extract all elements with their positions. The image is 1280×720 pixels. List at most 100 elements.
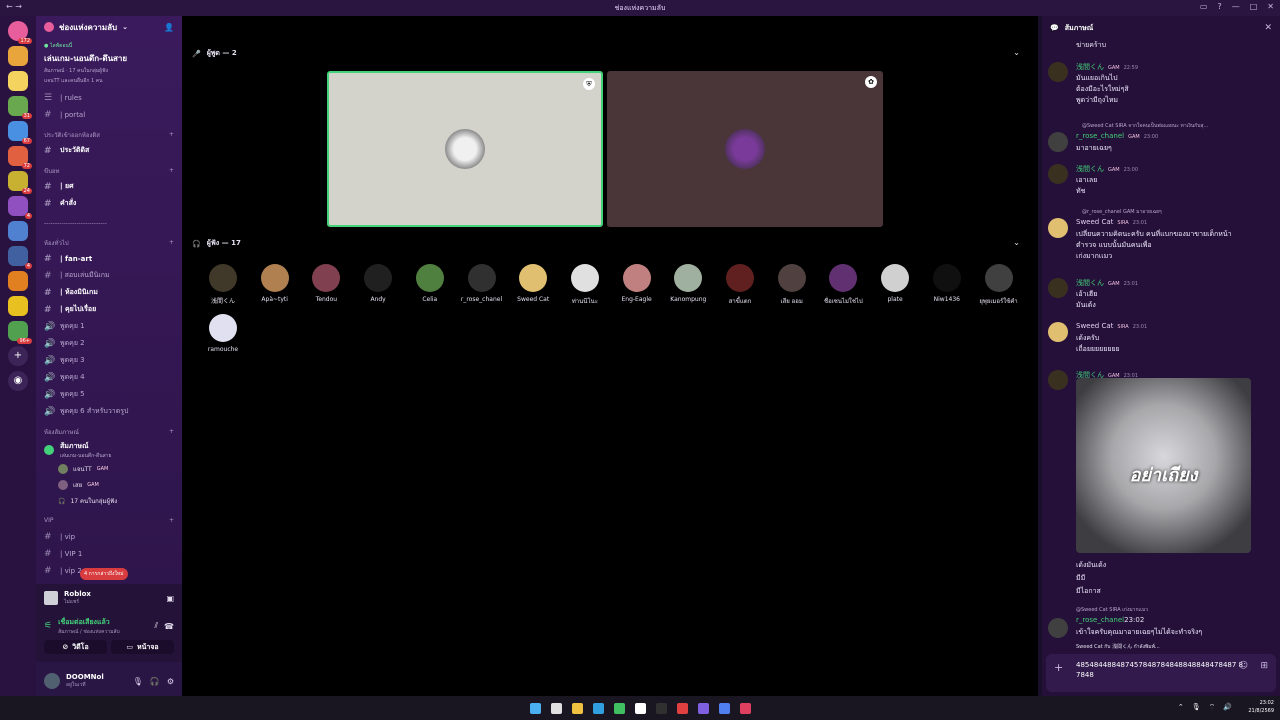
listener-count[interactable]: 🎧 17 คนในกลุ่มผู้ฟัง [36, 493, 182, 509]
taskbar-app-icon[interactable] [634, 702, 646, 714]
listener[interactable]: r_rose_chanel [456, 264, 508, 303]
listener[interactable]: Niw1436 [921, 264, 973, 303]
listener[interactable]: Kanompung [662, 264, 714, 303]
listener[interactable]: Eng-Eagle [611, 264, 663, 303]
add-attachment-icon[interactable]: + [1054, 661, 1063, 674]
listener[interactable]: เสีย ออม [766, 264, 818, 306]
listener[interactable]: plate [869, 264, 921, 303]
server-icon[interactable]: 31 [8, 96, 32, 119]
emoji-icon[interactable]: ☺ [1239, 661, 1248, 671]
disconnect-icon[interactable]: ☎ [164, 622, 174, 631]
server-icon[interactable] [8, 71, 28, 91]
avatar[interactable] [1048, 164, 1068, 184]
server-header[interactable]: ช่องแห่งความลับ ⌄ 👤 [36, 16, 182, 38]
message-input[interactable]: 485484488487457848784848848848478487 878… [1076, 660, 1246, 680]
channel-item[interactable]: # | portal [36, 106, 182, 123]
author-name[interactable]: Sweed Cat [1076, 322, 1113, 330]
voice-status[interactable]: เชื่อมต่อเสียงแล้ว [58, 617, 120, 628]
chevron-down-icon[interactable]: ⌄ [1013, 48, 1020, 57]
add-channel-icon[interactable]: + [169, 131, 174, 138]
channel-item[interactable]: # ประวัติดิส [36, 142, 182, 159]
chevron-down-icon[interactable]: ⌄ [1013, 238, 1020, 247]
server-icon[interactable]: 24 [8, 171, 32, 194]
speaker-tile[interactable]: ⛨ [327, 71, 603, 227]
author-name[interactable]: 浅間くん [1076, 279, 1104, 287]
taskbar-app-icon[interactable] [550, 702, 562, 714]
speaker-tile[interactable]: ✿ [607, 71, 883, 227]
server-icon[interactable] [8, 221, 28, 241]
voice-location[interactable]: ส้มภาษณ์ / ช่องแห่งความลับ [58, 628, 120, 636]
avatar[interactable] [1048, 62, 1068, 82]
server-icon[interactable]: 4 [8, 246, 32, 269]
stage-channel[interactable]: ส้มภาษณ์ เล่นเกม-นอนดึก-ดึนสาย [36, 439, 182, 461]
maximize-button[interactable]: □ [1250, 2, 1258, 11]
close-icon[interactable]: ✕ [1264, 23, 1272, 33]
listener[interactable]: Sweed Cat [507, 264, 559, 303]
channel-item[interactable]: 🔊 พูดคุย 5 [36, 386, 182, 403]
mic-icon[interactable]: 🎙 [1192, 703, 1201, 712]
listener[interactable]: ramouche [197, 314, 249, 353]
taskbar-app-icon[interactable] [571, 702, 583, 714]
stage-user[interactable]: แจนTT GAM [36, 461, 182, 477]
avatar[interactable] [44, 673, 60, 689]
category-header[interactable]: VIP + [36, 513, 182, 528]
channel-item[interactable]: 🔊 พูดคุย 4 [36, 369, 182, 386]
meme-image[interactable]: อย่าเถียง [1076, 378, 1251, 553]
channel-item[interactable]: ☰ | rules [36, 89, 182, 106]
avatar[interactable] [1048, 218, 1068, 238]
noise-icon[interactable]: ⫽ [154, 621, 158, 631]
taskbar-app-icon[interactable] [718, 702, 730, 714]
new-mentions-pill[interactable]: 4 การกล่าวถึงใหม่ [80, 568, 128, 580]
chevron-up-icon[interactable]: ⌃ [1178, 703, 1184, 712]
reply-preview[interactable]: @Sweed Cat SIRA จากใจคนเป็นพ่อแอยนะ หาเง… [1082, 122, 1208, 130]
taskbar-app-icon[interactable] [613, 702, 625, 714]
minimize-button[interactable]: — [1232, 2, 1240, 11]
microphone-icon[interactable]: 🎙 [133, 677, 143, 686]
add-member-icon[interactable]: 👤 [164, 23, 174, 32]
live-event[interactable]: ● ไลฟ์ตอนนี้ เล่นเกม-นอนดึก-ดึนสาย ส้มภา… [36, 38, 182, 89]
add-channel-icon[interactable]: + [169, 517, 174, 524]
listener[interactable]: Andy [352, 264, 404, 303]
server-icon[interactable]: 67 [8, 121, 32, 144]
category-header[interactable]: ห้องส้มภาษณ์ + [36, 424, 182, 439]
avatar[interactable] [1048, 618, 1068, 638]
add-channel-icon[interactable]: + [169, 428, 174, 435]
author-name[interactable]: Sweed Cat [1076, 218, 1113, 226]
listener[interactable]: ท่านนีโนะ [559, 264, 611, 306]
close-button[interactable]: ✕ [1267, 2, 1274, 11]
server-icon[interactable]: 96+ [8, 321, 32, 344]
reply-preview[interactable]: @Sweed Cat SIRA เก่งมากเเมว [1076, 606, 1148, 614]
channel-item[interactable]: # | VIP 1 [36, 545, 182, 562]
add-channel-icon[interactable]: + [169, 239, 174, 246]
category-header[interactable]: ขีบอท + [36, 163, 182, 178]
windows-start-icon[interactable] [529, 702, 541, 714]
reply-preview[interactable]: @r_rose_chanel GAM มาอายเฉยๆ [1082, 208, 1162, 216]
add-channel-icon[interactable]: + [169, 167, 174, 174]
apps-icon[interactable]: ⊞ [1260, 661, 1268, 671]
channel-item[interactable]: # | vip [36, 528, 182, 545]
add-server-icon[interactable]: + [8, 346, 28, 366]
author-name[interactable]: r_rose_chanel [1076, 616, 1124, 624]
gear-icon[interactable]: ⚙ [167, 677, 174, 686]
author-name[interactable]: 浅間くん [1076, 165, 1104, 173]
discover-icon[interactable]: ◉ [8, 371, 28, 391]
author-name[interactable]: r_rose_chanel [1076, 132, 1124, 140]
channel-item[interactable]: # | fan-art [36, 250, 182, 267]
taskbar-app-icon[interactable] [697, 702, 709, 714]
volume-icon[interactable]: 🔊 [1223, 703, 1232, 712]
taskbar-app-icon[interactable] [592, 702, 604, 714]
listener[interactable]: Apà~tyti [249, 264, 301, 303]
taskbar-app-icon[interactable] [739, 702, 751, 714]
avatar[interactable] [1048, 278, 1068, 298]
channel-item[interactable]: 🔊 พูดคุย 3 [36, 352, 182, 369]
channel-item[interactable]: 🔊 พูดคุย 6 สำหรับวาดรูป [36, 403, 182, 420]
wifi-icon[interactable]: ⌔ [1209, 703, 1216, 712]
channel-item[interactable]: 🔊 พูดคุย 1 [36, 318, 182, 335]
listener[interactable]: ยุพุยเมอร์ใช้คำ [973, 264, 1025, 306]
server-icon[interactable] [8, 296, 28, 316]
clock[interactable]: 23:02 21/8/2569 [1248, 699, 1274, 715]
taskbar-app-icon[interactable] [676, 702, 688, 714]
server-icon[interactable] [8, 46, 28, 66]
listener[interactable]: Tendou [300, 264, 352, 303]
screen-share-icon[interactable]: ▣ [166, 594, 174, 603]
